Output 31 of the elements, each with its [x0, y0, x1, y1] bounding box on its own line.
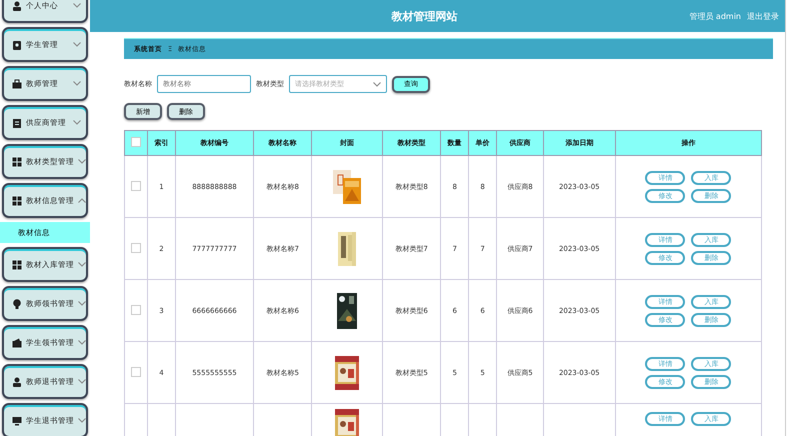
briefcase-icon	[12, 78, 22, 88]
person-icon	[12, 376, 22, 386]
row-checkbox[interactable]	[131, 242, 141, 252]
clipboard-icon	[12, 118, 22, 128]
chevron-icon	[78, 301, 86, 306]
user-label: 管理员 admin	[689, 10, 741, 22]
grid-icon	[12, 156, 22, 166]
site-title: 教材管理网站	[390, 8, 459, 24]
chevron-icon	[78, 159, 86, 164]
row-checkbox[interactable]	[131, 304, 141, 314]
chevron-icon	[73, 42, 81, 47]
chevron-icon	[78, 262, 86, 267]
person-icon	[12, 0, 22, 10]
chevron-icon	[78, 418, 86, 423]
grid-icon	[12, 260, 22, 270]
chevron-icon	[73, 3, 81, 8]
grid-icon	[12, 196, 22, 206]
chevron-icon	[373, 82, 381, 86]
select-all-checkbox[interactable]	[131, 137, 141, 147]
chevron-icon	[73, 120, 81, 125]
chevron-icon	[78, 340, 86, 345]
monitor-icon	[12, 416, 22, 426]
bulb-icon	[12, 298, 22, 308]
chevron-icon	[78, 198, 86, 203]
logout-link[interactable]: 退出登录	[747, 10, 779, 22]
row-checkbox[interactable]	[131, 366, 141, 376]
wallet-icon	[12, 338, 22, 348]
id-card-icon	[12, 40, 22, 50]
row-checkbox[interactable]	[131, 180, 141, 190]
chevron-icon	[73, 81, 81, 86]
chevron-icon	[78, 379, 86, 384]
